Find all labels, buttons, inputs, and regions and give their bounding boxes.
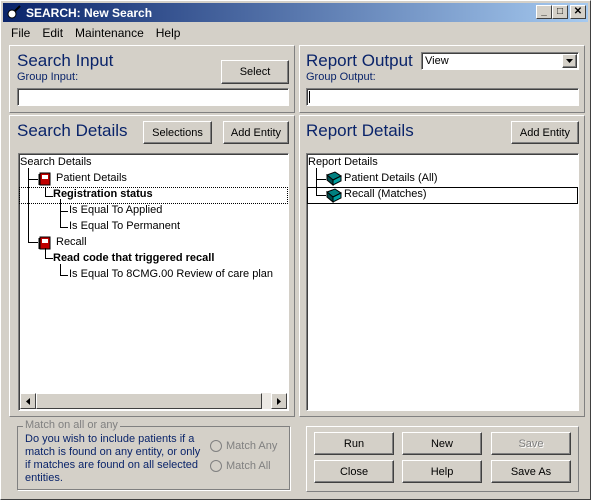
menu-maintenance[interactable]: Maintenance — [69, 26, 150, 40]
help-label: Help — [430, 465, 454, 478]
group-output-label: Group Output: — [306, 71, 376, 83]
add-entity-button-report[interactable]: Add Entity — [511, 121, 579, 144]
run-button[interactable]: Run — [314, 432, 394, 455]
match-question-text: Do you wish to include patients if a mat… — [25, 433, 201, 484]
horizontal-scrollbar[interactable] — [20, 393, 287, 409]
save-button[interactable]: Save — [491, 432, 571, 455]
search-details-heading: Search Details — [17, 121, 128, 140]
run-label: Run — [343, 437, 365, 450]
save-as-button[interactable]: Save As — [491, 460, 571, 483]
report-entity-book-icon — [326, 188, 342, 204]
select-button[interactable]: Select — [221, 60, 289, 84]
report-output-dropdown-value: View — [425, 55, 449, 67]
window-title: SEARCH: New Search — [26, 5, 153, 20]
group-input-field[interactable] — [17, 88, 289, 106]
radio-circle-icon — [210, 460, 222, 472]
new-button[interactable]: New — [402, 432, 482, 455]
text-cursor — [309, 91, 310, 103]
tree-connector — [60, 199, 68, 212]
report-output-dropdown[interactable]: View — [421, 52, 579, 70]
tree-connector — [60, 264, 68, 276]
tree-item-recall[interactable]: Recall — [56, 236, 87, 248]
match-all-radio[interactable]: Match All — [210, 460, 271, 472]
tree-item-patient-details[interactable]: Patient Details — [56, 172, 127, 184]
report-details-tree[interactable]: Report Details Patient Details (All) Rec… — [306, 153, 579, 411]
entity-book-icon — [38, 172, 51, 186]
search-details-tree[interactable]: Search Details Patient Details Registrat… — [18, 153, 289, 411]
tree-connector — [60, 212, 68, 228]
radio-circle-icon — [210, 440, 222, 452]
save-as-label: Save As — [510, 465, 552, 478]
menu-edit[interactable]: Edit — [36, 26, 69, 40]
tree-connector — [45, 248, 53, 259]
report-entity-book-icon — [326, 171, 342, 187]
match-group-legend: Match on all or any — [23, 419, 120, 431]
close-label: Close — [339, 465, 369, 478]
scroll-right-icon[interactable] — [271, 393, 287, 409]
close-button[interactable]: Close — [314, 460, 394, 483]
tree-item-equal-permanent[interactable]: Is Equal To Permanent — [69, 220, 180, 232]
scroll-thumb[interactable] — [36, 393, 262, 409]
menu-bar: File Edit Maintenance Help — [3, 24, 588, 42]
scroll-left-icon[interactable] — [20, 393, 36, 409]
minimize-button[interactable]: _ — [536, 5, 552, 19]
tree-item-equal-applied[interactable]: Is Equal To Applied — [69, 204, 162, 216]
group-input-label: Group Input: — [17, 71, 79, 83]
search-app-icon — [7, 4, 21, 18]
save-label: Save — [518, 437, 544, 450]
add-entity-button-search[interactable]: Add Entity — [223, 121, 289, 144]
report-details-heading: Report Details — [306, 121, 414, 140]
search-window: SEARCH: New Search _ □ ✕ File Edit Maint… — [0, 0, 591, 500]
match-any-label: Match Any — [226, 440, 278, 452]
tree-connector — [28, 236, 38, 243]
close-window-button[interactable]: ✕ — [570, 5, 586, 19]
selections-button[interactable]: Selections — [143, 121, 212, 144]
new-label: New — [430, 437, 453, 450]
menu-file[interactable]: File — [3, 26, 36, 40]
dropdown-arrow-icon[interactable] — [562, 54, 577, 68]
tree-root-search-details: Search Details — [20, 156, 92, 168]
help-button[interactable]: Help — [402, 460, 482, 483]
tree-item-recall-matches[interactable]: Recall (Matches) — [344, 188, 427, 200]
tree-item-read-code[interactable]: Read code that triggered recall — [53, 252, 214, 264]
maximize-button[interactable]: □ — [552, 5, 568, 19]
tree-item-patient-details-all[interactable]: Patient Details (All) — [344, 172, 438, 184]
report-output-heading: Report Output — [306, 51, 413, 70]
tree-item-review-care-plan[interactable]: Is Equal To 8CMG.00 Review of care plan — [69, 268, 273, 280]
match-any-radio[interactable]: Match Any — [210, 440, 277, 452]
tree-root-report-details: Report Details — [308, 156, 378, 168]
title-bar[interactable]: SEARCH: New Search _ □ ✕ — [3, 3, 588, 22]
tree-connector — [45, 188, 53, 197]
match-all-label: Match All — [226, 460, 271, 472]
group-output-field[interactable] — [306, 88, 579, 106]
search-input-heading: Search Input — [17, 51, 114, 70]
menu-help[interactable]: Help — [150, 26, 187, 40]
